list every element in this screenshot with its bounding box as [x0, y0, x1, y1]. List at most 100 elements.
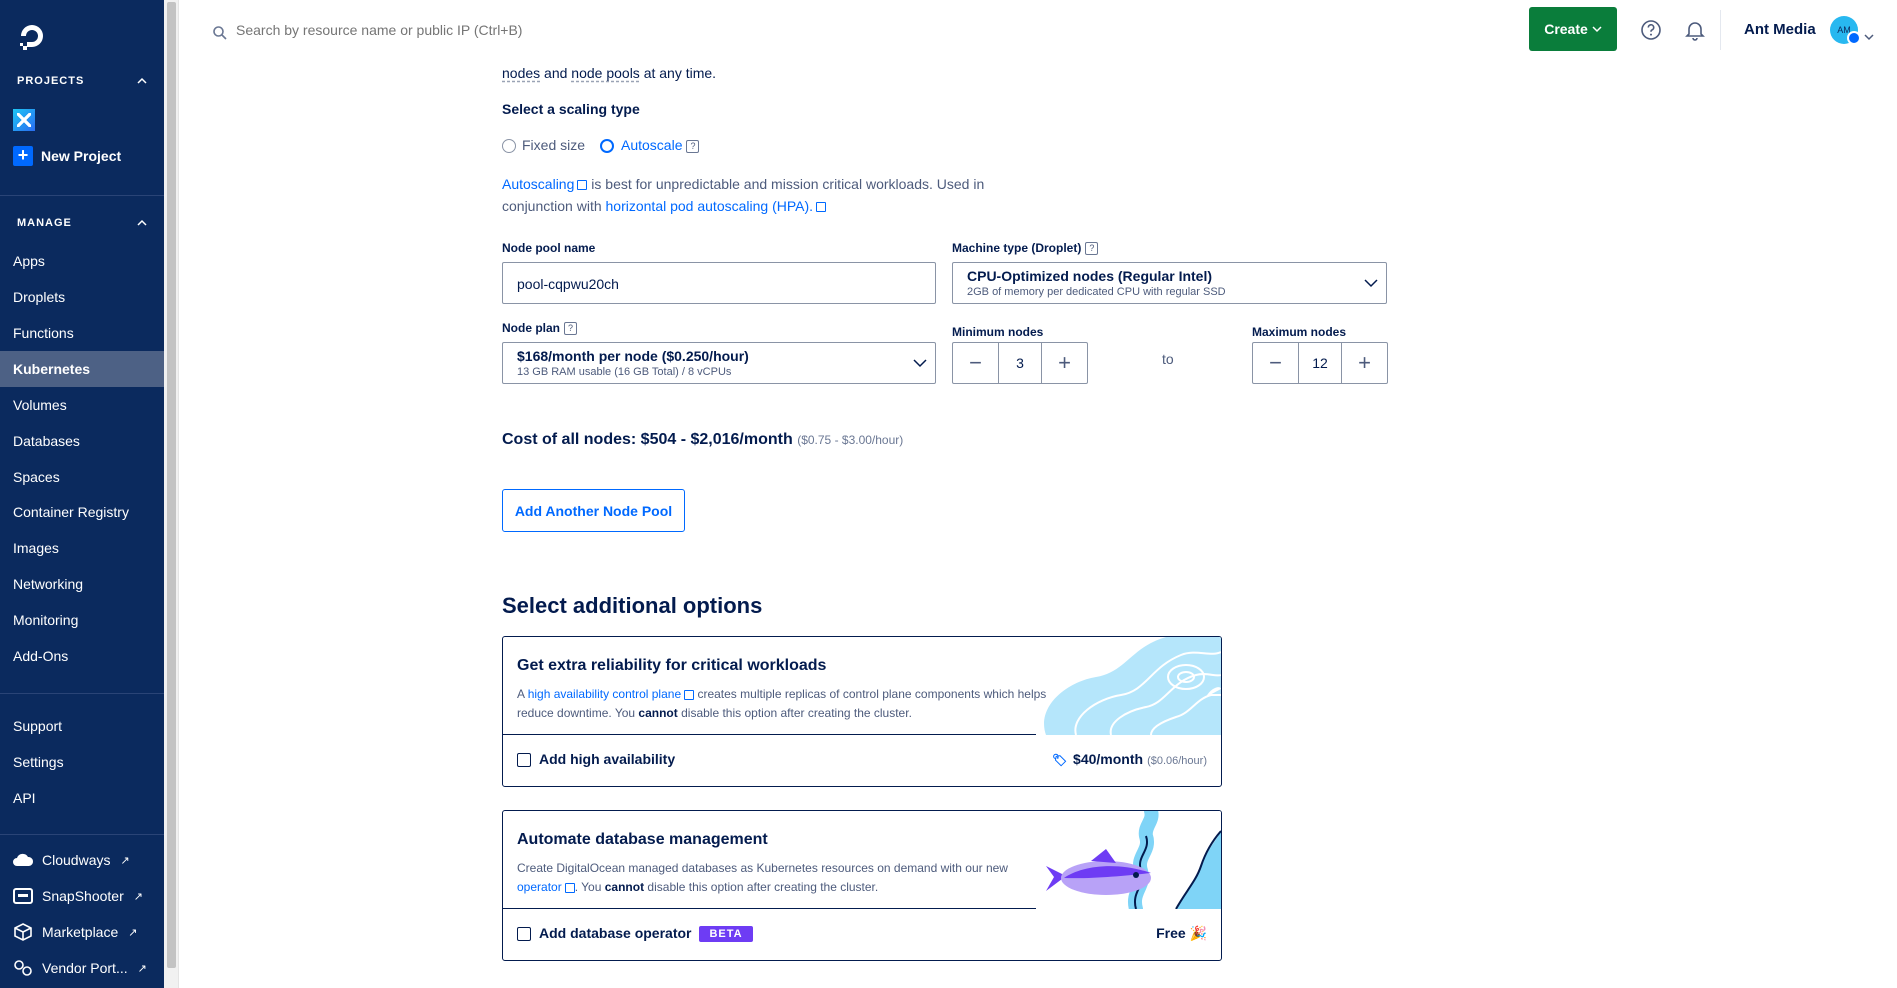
sidebar-item-droplets[interactable]: Droplets [0, 279, 164, 315]
scrollbar-thumb[interactable] [167, 2, 176, 968]
external-link-icon: ↗ [133, 890, 143, 903]
ha-card-description: A high availability control plane create… [517, 685, 1047, 723]
manage-heading[interactable]: MANAGE [17, 217, 72, 229]
node-pool-name-label: Node pool name [502, 241, 596, 255]
docs-link-icon[interactable] [816, 202, 827, 213]
create-label: Create [1544, 21, 1588, 37]
sidebar-item-monitoring[interactable]: Monitoring [0, 602, 164, 638]
help-tooltip-icon[interactable]: ? [1085, 242, 1099, 256]
ha-card-bottom: Add high availability 🏷 $40/month ($0.06/h… [503, 735, 1221, 786]
sidebar-item-vendor-portal[interactable]: Vendor Port... ↗ [12, 959, 147, 977]
node-pools-link[interactable]: node pools [571, 65, 640, 81]
create-button[interactable]: Create [1529, 7, 1617, 51]
external-link-icon: ↗ [137, 962, 147, 975]
fixed-size-radio[interactable] [502, 139, 516, 153]
help-icon[interactable] [1640, 19, 1662, 41]
node-pool-name-input[interactable]: pool-cqpwu20ch [502, 262, 936, 304]
autoscaling-link[interactable]: Autoscaling [502, 176, 574, 192]
min-nodes-label: Minimum nodes [952, 325, 1044, 339]
db-operator-checkbox-label[interactable]: Add database operator BETA [539, 925, 753, 942]
docs-link-icon[interactable] [577, 180, 588, 191]
sidebar-item-volumes[interactable]: Volumes [0, 387, 164, 423]
sidebar-item-networking[interactable]: Networking [0, 566, 164, 602]
sidebar-item-images[interactable]: Images [0, 530, 164, 566]
max-nodes-label: Maximum nodes [1252, 325, 1347, 339]
ha-desc-tail: disable this option after creating the c… [677, 706, 912, 720]
autoscale-text2: conjunction with [502, 198, 606, 214]
project-thumbnail[interactable] [13, 109, 35, 131]
sidebar-item-kubernetes[interactable]: Kubernetes [0, 351, 164, 387]
cost-summary: Cost of all nodes: $504 - $2,016/month (… [502, 431, 903, 449]
sidebar-item-settings[interactable]: Settings [0, 744, 164, 780]
machine-type-label: Machine type (Droplet)? [952, 241, 1099, 256]
sidebar-item-databases[interactable]: Databases [0, 423, 164, 459]
new-project-button[interactable]: + New Project [13, 146, 121, 166]
range-to-label: to [1162, 351, 1174, 367]
node-pool-name-value: pool-cqpwu20ch [517, 276, 619, 292]
team-name[interactable]: Ant Media [1744, 21, 1816, 38]
tag-icon: 🏷 [1051, 753, 1068, 767]
sidebar-item-apps[interactable]: Apps [0, 243, 164, 279]
fixed-size-label[interactable]: Fixed size [522, 137, 585, 153]
increment-button[interactable]: + [1042, 343, 1087, 383]
ha-option-card: Get extra reliability for critical workl… [502, 636, 1222, 787]
db-card-title: Automate database management [517, 831, 768, 848]
sidebar-item-cloudways[interactable]: Cloudways ↗ [12, 851, 130, 869]
max-nodes-value[interactable]: 12 [1298, 343, 1342, 383]
min-nodes-value[interactable]: 3 [998, 343, 1042, 383]
cost-hourly: ($0.75 - $3.00/hour) [797, 433, 904, 447]
digitalocean-logo-icon[interactable] [18, 22, 46, 50]
docs-link-icon[interactable] [684, 689, 695, 700]
sidebar-item-spaces[interactable]: Spaces [0, 459, 164, 495]
sidebar-item-support[interactable]: Support [0, 708, 164, 744]
machine-type-label-text: Machine type (Droplet) [952, 241, 1082, 255]
chevron-down-icon [1364, 279, 1378, 288]
hpa-link[interactable]: horizontal pod autoscaling (HPA). [606, 198, 814, 214]
sidebar-item-api[interactable]: API [0, 780, 164, 816]
help-tooltip-icon[interactable]: ? [686, 139, 700, 153]
chevron-up-icon[interactable] [136, 217, 148, 229]
projects-heading[interactable]: PROJECTS [17, 75, 84, 87]
autoscale-description-line1: Autoscaling is best for unpredictable an… [502, 176, 984, 192]
machine-type-value: CPU-Optimized nodes (Regular Intel) [967, 268, 1213, 284]
min-nodes-stepper: − 3 + [952, 342, 1088, 384]
docs-link-icon[interactable] [564, 882, 575, 893]
topbar-divider [1720, 10, 1721, 50]
autoscale-radio[interactable] [600, 139, 614, 153]
chevron-up-icon[interactable] [136, 75, 148, 87]
ha-control-plane-link[interactable]: high availability control plane [528, 687, 681, 701]
snapshooter-label: SnapShooter [42, 888, 124, 904]
sidebar: PROJECTS + New Project MANAGE Apps Dropl… [0, 0, 164, 988]
operator-link[interactable]: operator [517, 880, 562, 894]
machine-type-select[interactable]: CPU-Optimized nodes (Regular Intel) 2GB … [952, 262, 1387, 304]
search-input[interactable] [236, 22, 836, 38]
nodes-link[interactable]: nodes [502, 65, 540, 81]
db-card-bottom: Add database operator BETA Free 🎉 [503, 909, 1221, 960]
sidebar-scrollbar[interactable] [164, 0, 179, 988]
decrement-button[interactable]: − [1253, 343, 1298, 383]
scaling-type-heading: Select a scaling type [502, 101, 640, 117]
node-plan-value: $168/month per node ($0.250/hour) [517, 348, 749, 364]
cloudways-label: Cloudways [42, 852, 111, 868]
intro-tail: at any time. [643, 65, 717, 81]
ha-checkbox-label[interactable]: Add high availability [539, 751, 675, 767]
db-operator-checkbox[interactable] [517, 927, 531, 941]
autoscale-label[interactable]: Autoscale? [621, 137, 700, 153]
sidebar-item-functions[interactable]: Functions [0, 315, 164, 351]
add-node-pool-button[interactable]: Add Another Node Pool [502, 489, 685, 532]
topographic-illustration [1036, 637, 1221, 735]
bell-icon[interactable] [1684, 19, 1706, 41]
ha-desc-prefix: A [517, 687, 528, 701]
sidebar-item-add-ons[interactable]: Add-Ons [0, 638, 164, 674]
sidebar-item-snapshooter[interactable]: SnapShooter ↗ [12, 887, 143, 905]
sidebar-item-marketplace[interactable]: Marketplace ↗ [12, 923, 137, 941]
sidebar-item-container-registry[interactable]: Container Registry [0, 494, 164, 530]
chevron-down-icon[interactable] [1864, 32, 1874, 42]
ha-checkbox[interactable] [517, 753, 531, 767]
increment-button[interactable]: + [1342, 343, 1387, 383]
node-plan-select[interactable]: $168/month per node ($0.250/hour) 13 GB … [502, 342, 936, 384]
help-tooltip-icon[interactable]: ? [564, 322, 578, 336]
ha-price-hourly: ($0.06/hour) [1147, 755, 1207, 767]
decrement-button[interactable]: − [953, 343, 998, 383]
sidebar-divider [0, 834, 164, 835]
